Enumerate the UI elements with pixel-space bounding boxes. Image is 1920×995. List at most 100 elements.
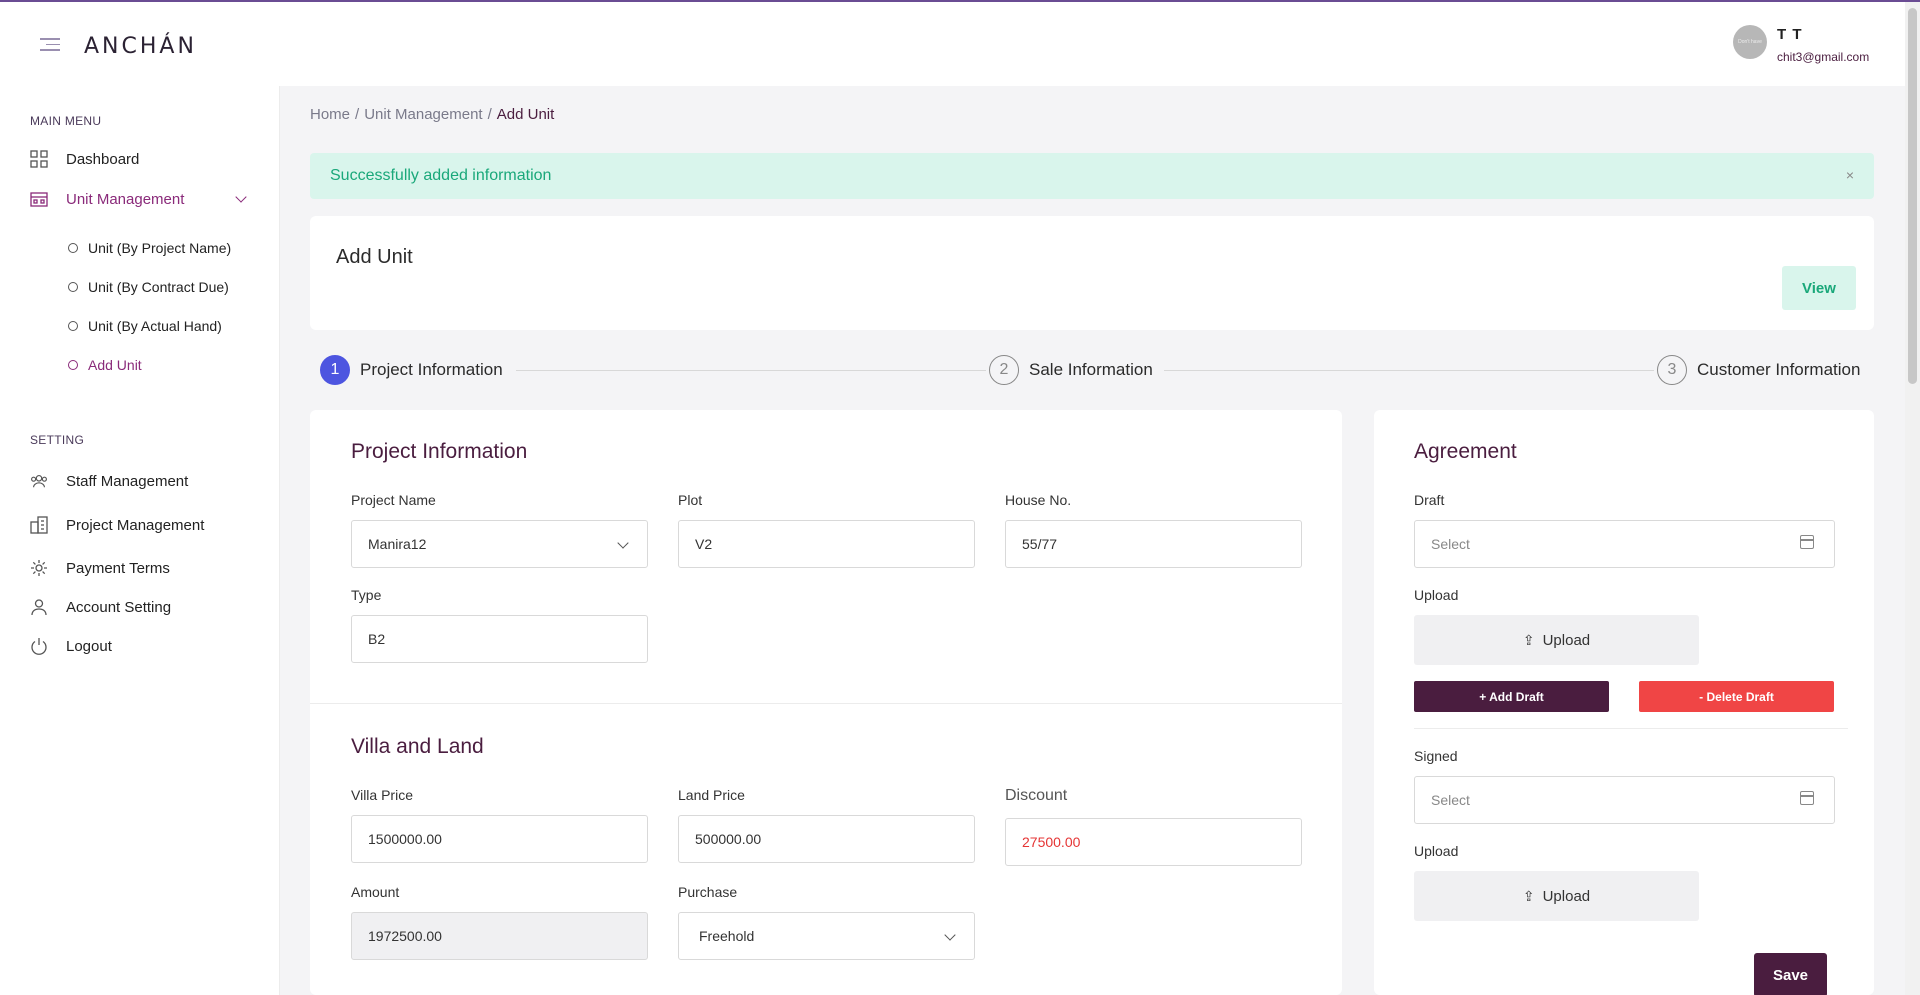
signed-placeholder: Select [1431,792,1470,808]
add-draft-button[interactable]: + Add Draft [1414,681,1609,712]
chevron-down-icon [617,537,629,549]
step-connector [516,370,986,371]
amount-value: 1972500.00 [368,928,442,944]
users-icon [30,472,48,490]
villa-price-label: Villa Price [351,787,413,803]
sidebar-subitem-by-project-name[interactable]: Unit (By Project Name) [68,240,231,256]
sidebar-item-label: Dashboard [66,150,140,168]
purchase-label: Purchase [678,884,738,900]
upload-button-label: Upload [1542,631,1591,649]
discount-label: Discount [1005,787,1068,804]
chevron-down-icon [944,929,956,941]
amount-label: Amount [351,884,400,900]
draft-date-picker[interactable]: Select [1414,520,1835,568]
villa-price-value: 1500000.00 [368,831,442,847]
upload-label-2: Upload [1414,843,1459,859]
step-connector [1164,370,1654,371]
purchase-value: Freehold [699,928,755,944]
sidebar-item-label: Staff Management [66,472,189,490]
circle-icon [68,360,78,370]
user-name: T T [1777,26,1803,43]
page-header-card: Add Unit View [310,216,1874,330]
sidebar-item-staff-management[interactable]: Staff Management [30,472,188,490]
breadcrumb-separator: / [487,106,492,123]
app-logo[interactable]: ANCHÁN [84,34,197,59]
section-title-project-information: Project Information [351,440,528,463]
signed-date-picker[interactable]: Select [1414,776,1835,824]
land-price-label: Land Price [678,787,745,803]
sidebar-item-logout[interactable]: Logout [30,637,112,655]
draft-label: Draft [1414,492,1445,508]
sidebar-item-project-management[interactable]: Project Management [30,516,204,534]
sidebar-item-account-setting[interactable]: Account Setting [30,598,171,616]
sidebar-item-dashboard[interactable]: Dashboard [30,150,139,168]
city-icon [30,516,48,534]
plot-input[interactable]: V2 [678,520,975,568]
sidebar-item-label: Project Management [66,516,205,534]
chevron-down-icon[interactable] [235,191,247,203]
alert-message: Successfully added information [330,167,552,184]
plot-value: V2 [695,536,713,552]
breadcrumb-home[interactable]: Home [310,106,350,123]
sidebar-item-label: Account Setting [66,598,172,616]
sidebar-subitem-label: Add Unit [88,357,142,373]
type-input[interactable]: B2 [351,615,648,663]
project-name-select[interactable]: Manira12 [351,520,648,568]
step-number: 1 [320,355,350,385]
draft-placeholder: Select [1431,536,1470,552]
close-icon[interactable]: × [1846,167,1854,183]
breadcrumb-separator: / [355,106,360,123]
breadcrumb: Home / Unit Management / Add Unit [310,106,554,123]
circle-icon [68,243,78,253]
upload-button[interactable]: ⇪ Upload [1414,615,1699,665]
section-divider [1414,728,1848,729]
step-sale-information[interactable]: 2 Sale Information [989,355,1153,385]
step-project-information[interactable]: 1 Project Information [320,355,503,385]
scrollbar-thumb[interactable] [1908,8,1917,384]
view-button[interactable]: View [1782,266,1856,310]
main-menu-label: MAIN MENU [30,114,102,128]
sidebar-subitem-by-actual-hand[interactable]: Unit (By Actual Hand) [68,318,222,334]
user-email: chit3@gmail.com [1777,50,1870,64]
purchase-select[interactable]: Freehold [678,912,975,960]
project-name-label: Project Name [351,492,436,508]
sidebar-subitem-label: Unit (By Actual Hand) [88,318,222,334]
type-value: B2 [368,631,386,647]
sidebar-subitem-add-unit[interactable]: Add Unit [68,357,142,373]
hamburger-menu-icon[interactable] [40,38,60,54]
agreement-panel: Agreement Draft Select Upload ⇪ Upload + … [1374,410,1874,995]
upload-label: Upload [1414,587,1459,603]
project-form-panel: Project Information Project Name Manira1… [310,410,1342,995]
sidebar-subitem-by-contract-due[interactable]: Unit (By Contract Due) [68,279,229,295]
sidebar-item-label: Unit Management [66,190,185,208]
discount-input[interactable]: 27500.00 [1005,818,1302,866]
amount-input: 1972500.00 [351,912,648,960]
signed-label: Signed [1414,748,1458,764]
sidebar-item-label: Payment Terms [66,559,170,577]
house-no-value: 55/77 [1022,536,1058,552]
building-icon [30,190,48,208]
avatar[interactable]: Don't have [1733,25,1767,59]
calendar-icon [1800,791,1814,805]
house-no-input[interactable]: 55/77 [1005,520,1302,568]
sidebar: MAIN MENU Dashboard Unit Management Unit… [0,86,280,995]
step-customer-information[interactable]: 3 Customer Information [1657,355,1860,385]
villa-price-input[interactable]: 1500000.00 [351,815,648,863]
sidebar-item-payment-terms[interactable]: Payment Terms [30,559,170,577]
breadcrumb-unit-management[interactable]: Unit Management [364,106,482,123]
page-scrollbar[interactable] [1905,2,1920,995]
calendar-icon [1800,535,1814,549]
dashboard-icon [30,150,48,168]
user-icon [30,598,48,616]
discount-value: 27500.00 [1022,834,1081,850]
upload-button-2[interactable]: ⇪ Upload [1414,871,1699,921]
delete-draft-button[interactable]: - Delete Draft [1639,681,1834,712]
step-number: 2 [989,355,1019,385]
power-icon [30,637,48,655]
save-button[interactable]: Save [1754,953,1827,995]
land-price-input[interactable]: 500000.00 [678,815,975,863]
step-label: Sale Information [1029,360,1153,379]
plot-label: Plot [678,492,703,508]
sidebar-item-unit-management[interactable]: Unit Management [30,190,184,208]
section-title-agreement: Agreement [1414,440,1517,463]
